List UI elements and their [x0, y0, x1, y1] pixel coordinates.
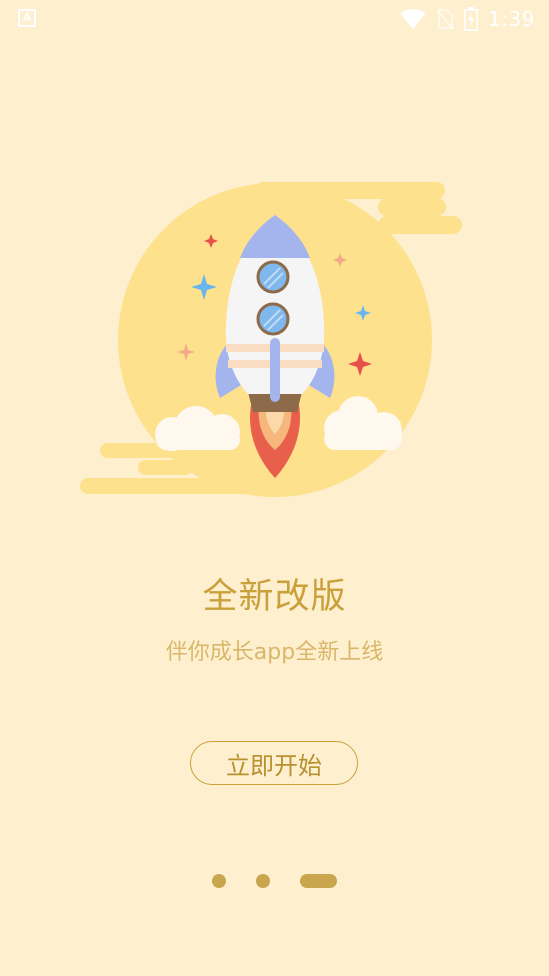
page-dot-1: [212, 874, 226, 888]
speed-streak: [80, 478, 280, 494]
no-sim-icon: [436, 9, 454, 30]
speed-streak: [378, 216, 462, 234]
status-bar: A 1:39: [0, 0, 549, 38]
page-dot-2: [256, 874, 270, 888]
wifi-icon: [400, 9, 426, 29]
speed-streak: [255, 182, 445, 199]
speed-streak: [138, 460, 193, 475]
page-indicator: [0, 872, 549, 890]
rocket-window: [256, 302, 290, 336]
battery-charging-icon: [464, 7, 479, 31]
rocket-illustration: [80, 182, 462, 497]
rocket-spine: [270, 338, 280, 402]
clock-time: 1:39: [488, 7, 535, 31]
page-dot-3-active: [300, 874, 337, 888]
speed-streak: [378, 198, 446, 216]
status-icons: 1:39: [400, 4, 535, 34]
page-title: 全新改版: [202, 577, 347, 617]
page-subtitle: 伴你成长app全新上线: [165, 640, 384, 665]
rocket-window: [256, 260, 290, 294]
start-button[interactable]: 立即开始: [190, 741, 358, 785]
notification-icon: A: [18, 9, 36, 27]
